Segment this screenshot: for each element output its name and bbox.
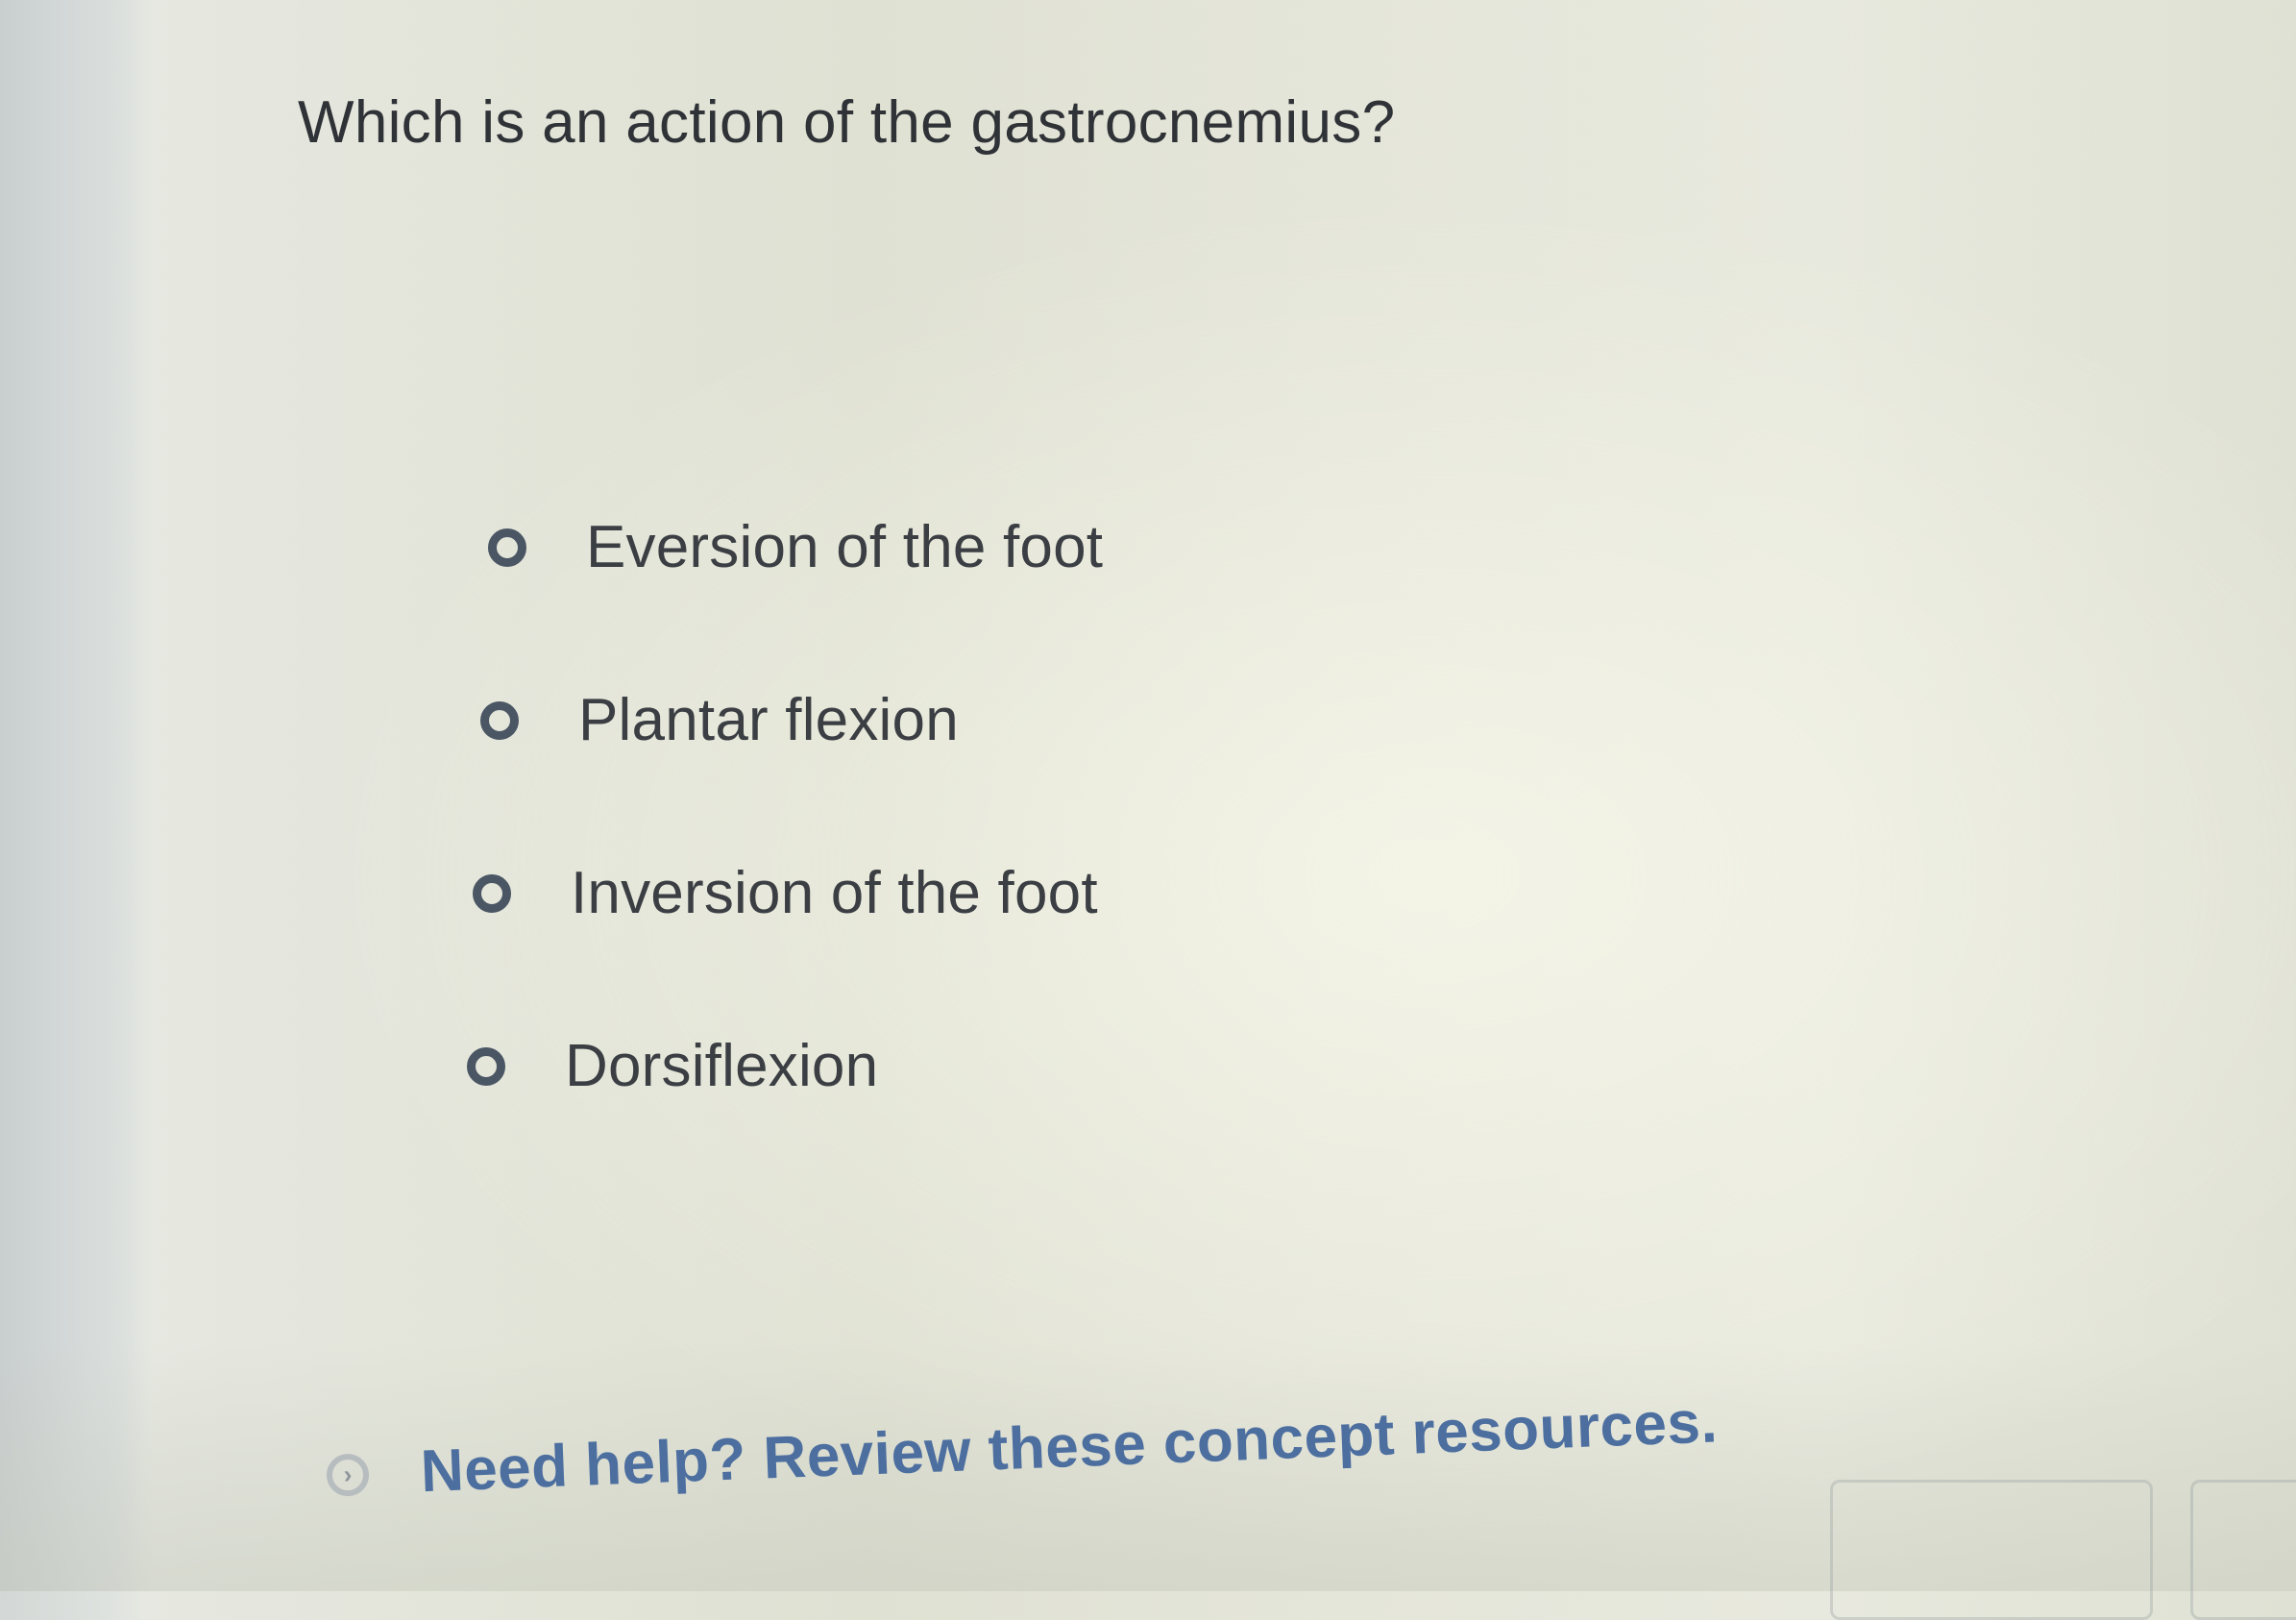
chevron-right-icon[interactable]: › bbox=[326, 1452, 370, 1497]
screen-left-edge bbox=[0, 0, 154, 1591]
option-inversion[interactable]: Inversion of the foot bbox=[473, 859, 1098, 927]
radio-button-icon[interactable] bbox=[488, 528, 526, 567]
concept-resources-link[interactable]: Need help? Review these concept resource… bbox=[420, 1387, 1720, 1506]
option-plantar-flexion[interactable]: Plantar flexion bbox=[480, 686, 959, 754]
radio-button-icon[interactable] bbox=[473, 873, 511, 913]
question-text: Which is an action of the gastrocnemius? bbox=[298, 89, 1396, 156]
bottom-panel-outline bbox=[1830, 1480, 2153, 1620]
radio-button-icon[interactable] bbox=[467, 1046, 505, 1086]
option-label: Inversion of the foot bbox=[571, 860, 1098, 926]
option-eversion[interactable]: Eversion of the foot bbox=[488, 513, 1103, 581]
help-row: › Need help? Review these concept resour… bbox=[326, 1387, 1720, 1510]
radio-button-icon[interactable] bbox=[480, 700, 519, 740]
option-dorsiflexion[interactable]: Dorsiflexion bbox=[467, 1032, 878, 1100]
bottom-panel-outline bbox=[2190, 1480, 2296, 1620]
option-label: Dorsiflexion bbox=[565, 1033, 879, 1099]
option-label: Plantar flexion bbox=[578, 687, 959, 753]
option-label: Eversion of the foot bbox=[586, 514, 1104, 580]
